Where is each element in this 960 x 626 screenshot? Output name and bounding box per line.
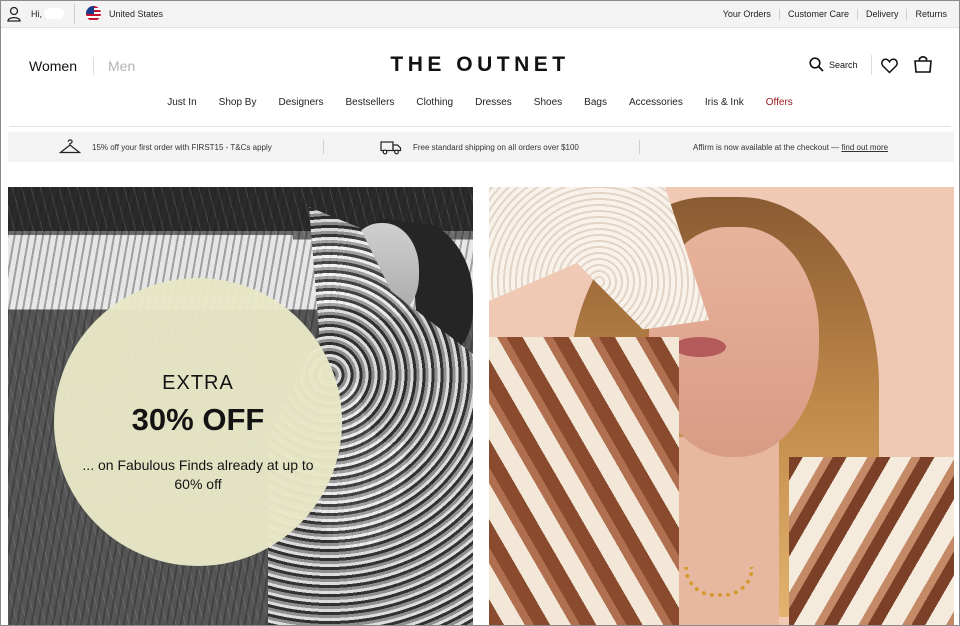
nav-iris-and-ink[interactable]: Iris & Ink [705,97,744,108]
promo-discount-heading: 30% OFF [131,402,265,437]
delivery-truck-icon [380,141,402,155]
main-nav: Just In Shop By Designers Bestsellers Clothi… [1,97,959,108]
divider [871,55,872,75]
nav-bestsellers[interactable]: Bestsellers [346,97,395,108]
hero-model-banner[interactable] [489,187,954,625]
user-icon[interactable] [7,6,21,22]
hero-sale-banner[interactable]: EXTRA 30% OFF ... on Fabulous Finds alre… [8,187,473,625]
nav-dresses[interactable]: Dresses [475,97,512,108]
customer-care-link[interactable]: Customer Care [778,9,857,20]
first-order-offer[interactable]: 15% off your first order with FIRST15 - … [92,143,272,152]
model-lips [674,337,726,357]
nav-just-in[interactable]: Just In [167,97,196,108]
promo-circle: EXTRA 30% OFF ... on Fabulous Finds alre… [54,278,342,566]
heart-icon[interactable] [881,58,898,74]
greeting-text: Hi, [31,9,42,19]
divider [9,126,951,127]
affirm-message: Affirm is now available at the checkout … [693,143,888,152]
divider [639,140,640,154]
find-out-more-link[interactable]: find out more [841,143,888,152]
country-selector[interactable]: United States [109,9,163,19]
delivery-link[interactable]: Delivery [856,9,907,20]
nav-shop-by[interactable]: Shop By [219,97,257,108]
utility-links: Your Orders Customer Care Delivery Retur… [715,9,955,20]
nav-shoes[interactable]: Shoes [534,97,562,108]
returns-link[interactable]: Returns [906,9,955,20]
nav-clothing[interactable]: Clothing [416,97,453,108]
hanger-icon [59,139,81,154]
nav-offers[interactable]: Offers [766,97,793,108]
search-icon[interactable] [809,57,824,72]
affirm-text: Affirm is now available at the checkout … [693,143,840,152]
divider [74,4,75,24]
redacted-username [44,8,64,19]
promo-bar: 15% off your first order with FIRST15 - … [8,132,954,162]
printed-blouse-right [789,457,954,625]
nav-accessories[interactable]: Accessories [629,97,683,108]
utility-bar: Hi, United States Your Orders Customer C… [1,1,959,28]
search-button[interactable]: Search [829,60,858,70]
divider [323,140,324,154]
your-orders-link[interactable]: Your Orders [715,9,779,20]
us-flag-icon[interactable] [86,6,101,21]
nav-designers[interactable]: Designers [278,97,323,108]
promo-extra-label: EXTRA [162,372,234,394]
free-shipping-offer[interactable]: Free standard shipping on all orders ove… [413,143,579,152]
nav-bags[interactable]: Bags [584,97,607,108]
promo-subtitle: ... on Fabulous Finds already at up to 6… [82,457,314,492]
printed-blouse-left [489,337,679,625]
shopping-bag-icon[interactable] [913,55,933,73]
